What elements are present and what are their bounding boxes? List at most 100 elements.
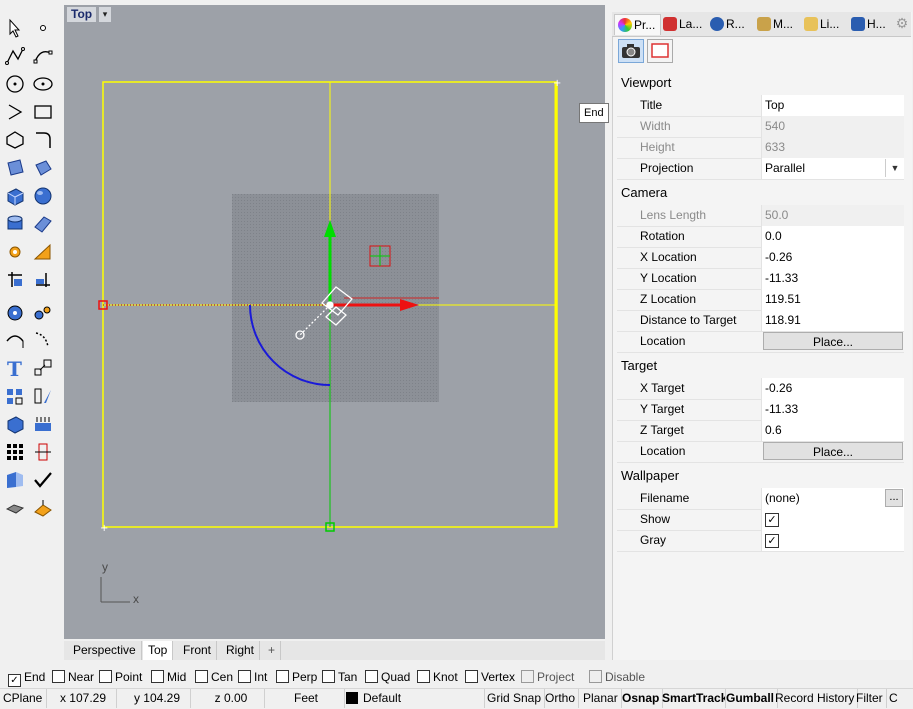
osnap-near[interactable]: Near — [52, 669, 94, 685]
layer-color-swatch — [346, 692, 358, 704]
osnap-vertex[interactable]: Vertex — [465, 669, 515, 685]
osnap-quad[interactable]: Quad — [365, 669, 410, 685]
projection-select[interactable]: Parallel — [761, 158, 904, 179]
osnap-mid[interactable]: Mid — [151, 669, 186, 685]
mirror-icon[interactable] — [30, 383, 56, 409]
check-icon[interactable] — [30, 467, 56, 493]
panel-settings-gear-icon[interactable]: ⚙ — [894, 15, 910, 31]
osnap-perp[interactable]: Perp — [276, 669, 317, 685]
camera-place-button[interactable]: Place... — [763, 332, 903, 350]
z-target-field[interactable]: 0.6 — [761, 420, 904, 441]
curve-cv-icon[interactable] — [30, 43, 56, 69]
rectangle-icon[interactable] — [30, 99, 56, 125]
osnap-knot[interactable]: Knot — [417, 669, 458, 685]
viewport-canvas[interactable]: + + — [64, 5, 605, 639]
tab-help[interactable]: H... — [848, 14, 893, 34]
tab-properties[interactable]: Pr... — [614, 14, 661, 35]
control-points-icon[interactable] — [30, 299, 56, 325]
polygon-icon[interactable] — [2, 127, 28, 153]
extrude-solid-icon[interactable] — [30, 495, 56, 521]
x-target-field[interactable]: -0.26 — [761, 378, 904, 399]
target-place-button[interactable]: Place... — [763, 442, 903, 460]
add-view-tab-button[interactable]: + — [263, 641, 282, 660]
analyze-curve-icon[interactable] — [2, 327, 28, 353]
viewport-frame-button[interactable] — [647, 39, 673, 63]
status-layer[interactable]: Default — [360, 689, 485, 708]
points-on-icon[interactable] — [2, 299, 28, 325]
tab-perspective[interactable]: Perspective — [68, 641, 142, 660]
status-filter[interactable]: Filter — [853, 689, 887, 708]
polyline-icon[interactable] — [2, 43, 28, 69]
ellipse-icon[interactable] — [30, 71, 56, 97]
section-camera: Camera — [621, 185, 668, 200]
tab-top[interactable]: Top — [143, 641, 174, 660]
circle-icon[interactable] — [2, 71, 28, 97]
chevron-down-icon[interactable]: ▼ — [885, 159, 904, 177]
cylinder-icon[interactable] — [2, 211, 28, 237]
sphere-icon[interactable] — [30, 183, 56, 209]
tab-front[interactable]: Front — [178, 641, 218, 660]
viewport-title[interactable]: Top — [67, 7, 97, 22]
status-grid-snap[interactable]: Grid Snap — [484, 689, 546, 708]
status-cplane[interactable]: CPlane — [0, 689, 47, 708]
z-location-field[interactable]: 119.51 — [761, 289, 904, 310]
svg-text:T: T — [7, 357, 22, 379]
solid-tools-icon[interactable] — [2, 495, 28, 521]
y-location-field[interactable]: -11.33 — [761, 268, 904, 289]
tab-libraries[interactable]: Li... — [801, 14, 846, 34]
show-checkbox[interactable]: ✓ — [765, 513, 779, 527]
osnap-tan[interactable]: Tan — [322, 669, 357, 685]
filename-field[interactable]: (none) — [761, 488, 904, 509]
viewport-top[interactable]: + + — [64, 5, 605, 639]
layout-icon[interactable] — [2, 467, 28, 493]
transform-gear-icon[interactable] — [2, 239, 28, 265]
split-icon[interactable] — [30, 267, 56, 293]
x-location-field[interactable]: -0.26 — [761, 247, 904, 268]
scale-icon[interactable] — [30, 355, 56, 381]
osnap-cen[interactable]: Cen — [195, 669, 233, 685]
hatch-icon[interactable] — [30, 411, 56, 437]
arc-icon[interactable] — [2, 99, 28, 125]
gray-checkbox[interactable]: ✓ — [765, 534, 779, 548]
text-icon[interactable]: T — [2, 355, 28, 381]
viewport-menu-arrow-icon[interactable]: ▾ — [99, 7, 111, 22]
status-more[interactable]: C — [886, 689, 901, 708]
distance-to-target-field[interactable]: 118.91 — [761, 310, 904, 331]
array-icon[interactable] — [2, 383, 28, 409]
status-gumball[interactable]: Gumball — [723, 689, 779, 708]
tab-right[interactable]: Right — [221, 641, 261, 660]
status-osnap[interactable]: Osnap — [619, 689, 664, 708]
camera-view-button[interactable] — [618, 39, 644, 63]
mesh-plane-icon[interactable] — [30, 211, 56, 237]
status-units[interactable]: Feet — [268, 689, 345, 708]
grid-array-icon[interactable] — [2, 439, 28, 465]
status-smarttrack[interactable]: SmartTrack — [659, 689, 726, 708]
boolean-icon[interactable] — [30, 239, 56, 265]
fillet-curve-icon[interactable] — [30, 127, 56, 153]
render-box-icon[interactable] — [2, 411, 28, 437]
rotation-field[interactable]: 0.0 — [761, 226, 904, 247]
point-icon[interactable] — [30, 15, 56, 41]
dimension-icon[interactable] — [2, 267, 28, 293]
surface-extrude-icon[interactable] — [30, 155, 56, 181]
tab-materials[interactable]: M... — [754, 14, 799, 34]
title-field[interactable]: Top — [761, 95, 904, 116]
browse-button[interactable]: ... — [885, 489, 903, 507]
blend-curve-icon[interactable] — [30, 327, 56, 353]
tab-layers[interactable]: La... — [660, 14, 705, 34]
status-record-history[interactable]: Record History — [772, 689, 859, 708]
osnap-disable[interactable]: Disable — [589, 669, 645, 685]
block-icon[interactable] — [30, 439, 56, 465]
osnap-int[interactable]: Int — [238, 669, 267, 685]
box-icon[interactable] — [2, 183, 28, 209]
osnap-point[interactable]: Point — [99, 669, 142, 685]
status-planar[interactable]: Planar — [580, 689, 622, 708]
select-arrow-icon[interactable] — [2, 15, 28, 41]
osnap-project[interactable]: Project — [521, 669, 574, 685]
osnap-end[interactable]: ✓ End — [8, 669, 45, 687]
tab-rendering[interactable]: R... — [707, 14, 752, 34]
status-ortho[interactable]: Ortho — [542, 689, 580, 708]
y-target-field[interactable]: -11.33 — [761, 399, 904, 420]
surface-points-icon[interactable] — [2, 155, 28, 181]
row-gray: Gray ✓ — [617, 530, 904, 552]
